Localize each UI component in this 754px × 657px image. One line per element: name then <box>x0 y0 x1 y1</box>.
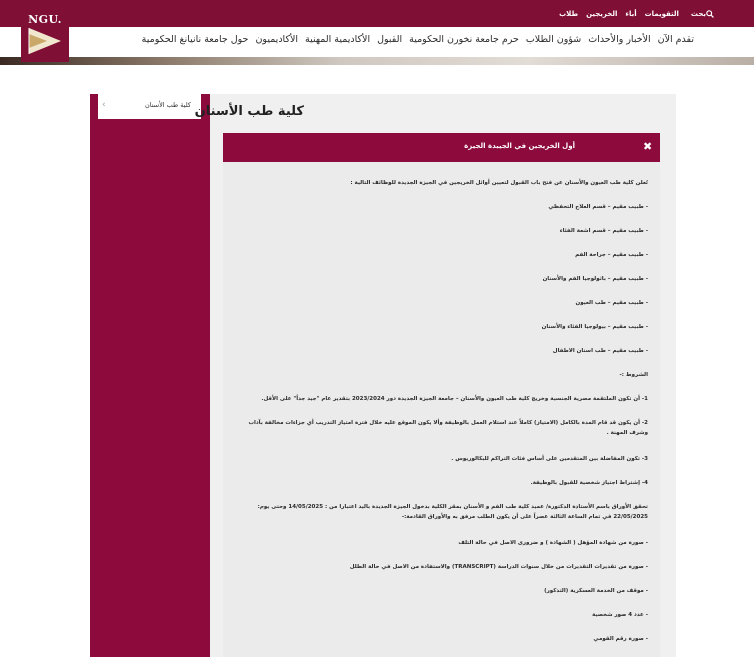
document-item: - صورة رقم القومي <box>593 636 648 642</box>
chevron-left-icon: ‹ <box>102 100 106 110</box>
nav-about[interactable]: حول جامعة نانيانغ الحكومية <box>142 34 249 45</box>
toplink-calendars[interactable]: التقويمات <box>645 10 679 18</box>
main-nav: تقدم الآن الأخبار والأحداث شؤون الطلاب ح… <box>0 27 754 57</box>
sidebar-item-label: كلية طب الأسنان <box>144 101 191 109</box>
intro-text: تُعلن كلية طب العيون والأسنان عن فتح باب… <box>350 180 648 186</box>
submission-text: تحقق الأوراق باسم الأستاذة الدكتورة/ عمي… <box>257 504 648 520</box>
nav-news-events[interactable]: الأخبار والأحداث <box>588 34 650 45</box>
logo-text: NGU. <box>28 13 62 26</box>
document-item: - صورة من تقديرات التقديرات من خلال سنوا… <box>349 564 648 570</box>
accordion-header[interactable]: ✖ أول الخريجين في الجيبدة الجيزة <box>223 133 660 162</box>
list-item: - طبيب مقيم – طب العيون <box>575 300 648 306</box>
nav-academics[interactable]: الأكاديميون <box>255 34 298 45</box>
close-icon[interactable]: ✖ <box>643 141 652 152</box>
search-label: بحث <box>690 9 706 18</box>
list-item: - طبيب مقيم – قسم العلاج التحفظي <box>548 204 648 210</box>
accordion-body: تُعلن كلية طب العيون والأسنان عن فتح باب… <box>223 162 660 657</box>
toplink-parents[interactable]: أباء <box>625 10 636 18</box>
list-item: - طبيب مقيم – بيولوجيا الفئاء والأسنان <box>541 324 648 330</box>
nav-admission[interactable]: القبول <box>377 34 402 45</box>
university-logo[interactable]: NGU. <box>21 8 69 62</box>
document-item: - موقف من الخدمة العسكرية (التذكور) <box>544 588 648 594</box>
document-item: - صورة من شهادة المؤهل ( الشهادة ) و ضرو… <box>458 540 648 546</box>
top-links: بحث التقويمات أباء الخريجين طلاب <box>551 0 754 27</box>
condition-item: 4- إشتراط اجتياز شخصية للقبول بالوظيفة. <box>530 480 648 486</box>
page-title: كلية طب الأسنان <box>194 104 304 119</box>
document-item: - عدد 4 صور شخصية <box>592 612 648 618</box>
conditions-heading: الشروط :- <box>619 372 649 378</box>
list-item: - طبيب مقيم – باثولوجيا الفم والأسنان <box>542 276 648 282</box>
condition-item: 2- أن يكون قد قام المدة بالكامل (الامتيا… <box>248 420 648 436</box>
sidebar: ‹ كلية طب الأسنان <box>90 94 210 657</box>
accordion-title: أول الخريجين في الجيبدة الجيزة <box>464 142 575 150</box>
nav-student-affairs[interactable]: شؤون الطلاب <box>526 34 581 45</box>
list-item: - طبيب مقيم – قسم اشعة الفئاء <box>559 228 648 234</box>
search-button[interactable]: بحث <box>691 10 718 18</box>
list-item: - طبيب مقيم – طب اسنان الاطفال <box>552 348 648 354</box>
hero-image-strip <box>0 57 754 65</box>
sidebar-item-dentistry[interactable]: ‹ كلية طب الأسنان <box>98 94 201 119</box>
condition-item: 3- تكون المفاضلة بين المتقدمين على أساس … <box>451 456 648 462</box>
nav-campus[interactable]: حرم جامعة نخورن الحكومية <box>409 34 519 45</box>
main-nav-items: تقدم الآن الأخبار والأحداث شؤون الطلاب ح… <box>135 34 694 45</box>
nav-apply[interactable]: تقدم الآن <box>658 34 694 45</box>
top-bar: بحث التقويمات أباء الخريجين طلاب <box>0 0 754 27</box>
list-item: - طبيب مقيم – جراحة الفم <box>575 252 648 258</box>
toplink-alumni[interactable]: الخريجين <box>586 10 617 18</box>
search-icon <box>706 9 714 18</box>
nav-professional-academy[interactable]: الأكاديمية المهنية <box>305 34 370 45</box>
condition-item: 1- أن تكون الملتقمة مصرية الجنسية وخريج … <box>261 396 648 402</box>
logo-emblem-icon <box>28 28 61 54</box>
toplink-students[interactable]: طلاب <box>559 10 578 18</box>
main-content: كلية طب الأسنان ✖ أول الخريجين في الجيبد… <box>195 94 676 657</box>
